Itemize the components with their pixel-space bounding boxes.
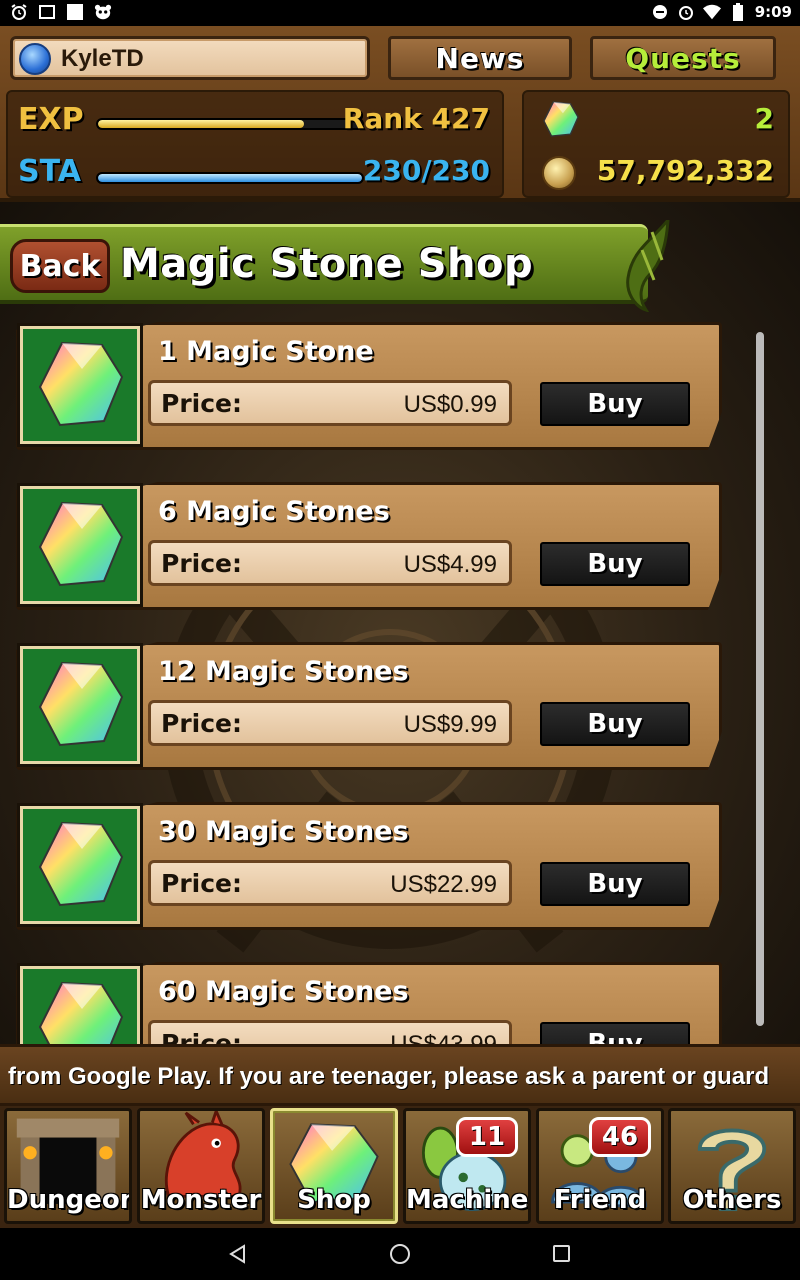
buy-button[interactable]: Buy <box>540 1022 690 1044</box>
price-box: Price: US$9.99 <box>148 700 512 746</box>
stats-panel: EXP Rank 427 STA 230/230 <box>6 90 504 198</box>
player-avatar-icon <box>19 43 51 75</box>
status-bar: 9:09 <box>0 0 800 26</box>
quests-button[interactable]: Quests <box>590 36 776 80</box>
price-value: US$9.99 <box>403 711 497 738</box>
magic-stone-icon <box>38 981 124 1044</box>
coin-icon <box>542 156 576 190</box>
offer-row[interactable]: 60 Magic Stones Price: US$43.99 Buy <box>16 962 722 1044</box>
nav-others-button[interactable]: Others <box>668 1108 796 1224</box>
offer-thumbnail <box>20 966 140 1044</box>
price-box: Price: US$43.99 <box>148 1020 512 1044</box>
nav-shop-label: Shop <box>297 1185 371 1215</box>
alarm-icon <box>10 3 28 21</box>
currency-panel: 2 57,792,332 <box>522 90 790 198</box>
dragon-wing-icon <box>626 220 670 312</box>
nav-machine-button[interactable]: 11 Machine <box>403 1108 531 1224</box>
back-button[interactable]: Back <box>10 239 110 293</box>
magic-stone-count: 2 <box>754 102 774 135</box>
price-value: US$43.99 <box>390 1031 497 1044</box>
offer-name: 30 Magic Stones <box>158 816 409 847</box>
magic-stone-icon <box>38 661 124 747</box>
offer-thumbnail <box>20 486 140 604</box>
nav-machine-label: Machine <box>406 1185 529 1215</box>
offer-thumbnail <box>20 326 140 444</box>
player-name: KyleTD <box>61 45 144 72</box>
offer-row[interactable]: 30 Magic Stones Price: US$22.99 Buy <box>16 802 722 930</box>
coin-count: 57,792,332 <box>596 154 774 187</box>
ticker-text: from Google Play. If you are teenager, p… <box>8 1063 770 1090</box>
price-box: Price: US$4.99 <box>148 540 512 586</box>
home-circle-icon[interactable] <box>390 1244 410 1264</box>
nav-dungeon-button[interactable]: Dungeon <box>4 1108 132 1224</box>
nav-others-label: Others <box>682 1185 782 1215</box>
offer-name: 60 Magic Stones <box>158 976 409 1007</box>
shop-screen: Back Magic Stone Shop 1 Magic Stone Price… <box>0 202 800 1044</box>
news-button[interactable]: News <box>388 36 572 80</box>
recents-square-icon[interactable] <box>553 1245 570 1262</box>
profile-box[interactable]: KyleTD <box>10 36 370 80</box>
magic-stone-icon <box>38 341 124 427</box>
nav-friend-label: Friend <box>553 1185 647 1215</box>
price-label: Price: <box>161 869 242 898</box>
white-square-icon <box>66 3 84 21</box>
buy-button[interactable]: Buy <box>540 862 690 906</box>
exp-label: EXP <box>18 102 84 137</box>
offer-name: 1 Magic Stone <box>158 336 374 367</box>
nav-dungeon-label: Dungeon <box>7 1185 132 1215</box>
offer-row[interactable]: 6 Magic Stones Price: US$4.99 Buy <box>16 482 722 610</box>
nav-monster-button[interactable]: Monster <box>137 1108 265 1224</box>
stamina-bar-fill <box>98 174 362 182</box>
wifi-icon <box>702 3 721 21</box>
machine-badge: 11 <box>456 1117 518 1157</box>
rank-value: Rank 427 <box>342 102 490 135</box>
exp-bar-fill <box>98 120 304 128</box>
nav-monster-label: Monster <box>140 1185 262 1215</box>
buy-button[interactable]: Buy <box>540 382 690 426</box>
price-label: Price: <box>161 549 242 578</box>
stamina-value: 230/230 <box>362 154 490 187</box>
price-value: US$4.99 <box>403 551 497 578</box>
system-nav-bar <box>0 1228 800 1280</box>
magic-stone-icon <box>38 501 124 587</box>
nav-shop-button[interactable]: Shop <box>270 1108 398 1224</box>
back-triangle-icon[interactable] <box>228 1244 248 1264</box>
exp-bar <box>96 118 364 130</box>
scrollbar[interactable] <box>756 332 764 1026</box>
bottom-nav: Dungeon Monster Shop 11 Machine 46 Frien… <box>0 1106 800 1228</box>
price-value: US$22.99 <box>390 871 497 898</box>
price-value: US$0.99 <box>403 391 497 418</box>
price-label: Price: <box>161 709 242 738</box>
offer-thumbnail <box>20 646 140 764</box>
player-header: KyleTD News Quests EXP Rank 427 STA 230/… <box>0 26 800 202</box>
nav-friend-button[interactable]: 46 Friend <box>536 1108 664 1224</box>
status-time: 9:09 <box>754 3 792 21</box>
shop-title-bar: Back Magic Stone Shop <box>0 224 648 304</box>
do-not-disturb-icon <box>651 3 669 21</box>
price-box: Price: US$0.99 <box>148 380 512 426</box>
price-label: Price: <box>161 389 242 418</box>
buy-button[interactable]: Buy <box>540 542 690 586</box>
panda-icon <box>94 3 112 21</box>
status-left-icons <box>10 3 112 21</box>
image-icon <box>38 3 56 21</box>
alarm-icon <box>677 3 695 21</box>
price-label: Price: <box>161 1029 242 1044</box>
magic-stone-icon <box>543 101 579 137</box>
price-box: Price: US$22.99 <box>148 860 512 906</box>
offer-name: 6 Magic Stones <box>158 496 390 527</box>
offer-name: 12 Magic Stones <box>158 656 409 687</box>
page-title: Magic Stone Shop <box>120 241 534 287</box>
sta-label: STA <box>18 154 81 189</box>
friend-badge: 46 <box>589 1117 651 1157</box>
buy-button[interactable]: Buy <box>540 702 690 746</box>
battery-icon <box>729 3 747 21</box>
offer-row[interactable]: 12 Magic Stones Price: US$9.99 Buy <box>16 642 722 770</box>
offer-row[interactable]: 1 Magic Stone Price: US$0.99 Buy <box>16 322 722 450</box>
news-ticker: from Google Play. If you are teenager, p… <box>0 1044 800 1106</box>
status-right-icons: 9:09 <box>651 3 792 21</box>
offer-thumbnail <box>20 806 140 924</box>
stamina-bar <box>96 172 364 184</box>
magic-stone-icon <box>38 821 124 907</box>
